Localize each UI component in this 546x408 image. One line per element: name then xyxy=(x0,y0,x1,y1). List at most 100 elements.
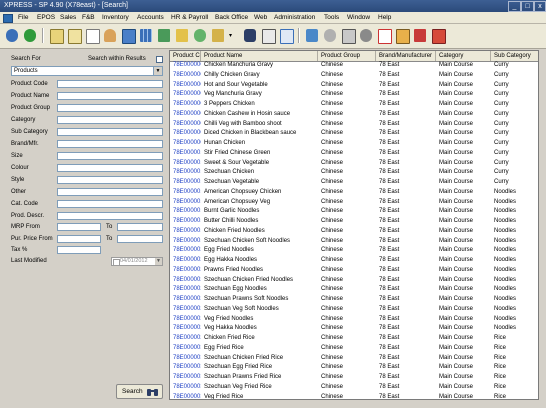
other-input[interactable] xyxy=(57,188,163,196)
category-input[interactable] xyxy=(57,116,163,124)
menu-tools[interactable]: Tools xyxy=(324,13,339,22)
table-row[interactable]: 78E0000007Chilli Veg with Bamboo shoot Ch… xyxy=(170,120,538,130)
tools-icon[interactable] xyxy=(210,27,226,44)
menu-administration[interactable]: Administration xyxy=(274,13,315,22)
sub-category-input[interactable] xyxy=(57,128,163,136)
table-row[interactable]: 78E0000003Hot and Sour Vegetable Chinese 7… xyxy=(170,81,538,91)
binoculars-icon[interactable] xyxy=(242,27,258,44)
export-icon[interactable] xyxy=(430,27,446,44)
system-menu-icon[interactable] xyxy=(3,14,13,23)
edit-icon[interactable] xyxy=(394,27,410,44)
dropdown-icon[interactable]: ▾ xyxy=(228,27,236,44)
menu-help[interactable]: Help xyxy=(378,13,391,22)
grid-icon[interactable] xyxy=(138,27,154,44)
table-row[interactable]: 78E0000025Szechuan Prawns Soft Noodles Ch… xyxy=(170,295,538,305)
column-header-product-group[interactable]: Product Group xyxy=(318,51,376,61)
exit-icon[interactable] xyxy=(412,27,428,44)
home-icon[interactable] xyxy=(4,27,20,44)
column-header-product-name[interactable]: Product Name xyxy=(201,51,318,61)
table-row[interactable]: 78E0000014American Chopsuey Chicken Chine… xyxy=(170,188,538,198)
colour-input[interactable] xyxy=(57,164,163,172)
table-row[interactable]: 78E0000029Chicken Fried Rice Chinese 78 Ea… xyxy=(170,334,538,344)
table-row[interactable]: 78E0000002Chilly Chicken Gravy Chinese 78 … xyxy=(170,71,538,81)
gear-icon[interactable] xyxy=(358,27,374,44)
column-header-sub-category[interactable]: Sub Category xyxy=(491,51,538,61)
menu-web[interactable]: Web xyxy=(254,13,267,22)
prod-descr-input[interactable] xyxy=(57,212,163,220)
table-row[interactable]: 78E0000028Veg Hakka Noodles Chinese 78 Eas… xyxy=(170,324,538,334)
table-row[interactable]: 78E0000015American Chopsuey Veg Chinese 78… xyxy=(170,198,538,208)
brand-input[interactable] xyxy=(57,140,163,148)
search-icon[interactable] xyxy=(322,27,338,44)
table-row[interactable]: 78E0000032Szechuan Egg Fried Rice Chinese… xyxy=(170,363,538,373)
refresh-icon[interactable] xyxy=(192,27,208,44)
cat-code-input[interactable] xyxy=(57,200,163,208)
settings-icon[interactable] xyxy=(304,27,320,44)
pur-price-from-input[interactable] xyxy=(57,235,101,243)
search-within-checkbox[interactable] xyxy=(156,56,163,63)
pur-price-to-input[interactable] xyxy=(117,235,163,243)
document-icon[interactable] xyxy=(84,27,100,44)
minimize-button[interactable]: _ xyxy=(508,1,521,12)
table-row[interactable]: 78E0000031Szechuan Chicken Fried Rice Chi… xyxy=(170,354,538,364)
menu-sales[interactable]: Sales xyxy=(60,13,76,22)
table-row[interactable]: 78E0000011Sweet & Sour Vegetable Chinese 7… xyxy=(170,159,538,169)
table-row[interactable]: 78E0000001Chicken Manchuria Gravy Chinese… xyxy=(170,61,538,71)
table-row[interactable]: 78E0000018Chicken Fried Noodles Chinese 78… xyxy=(170,227,538,237)
table-row[interactable]: 78E0000017Butter Chilli Noodles Chinese 78… xyxy=(170,217,538,227)
table-row[interactable]: 78E0000019Szechuan Chicken Soft Noodles C… xyxy=(170,237,538,247)
table-row[interactable]: 78E0000024Szechuan Egg Noodles Chinese 78 … xyxy=(170,285,538,295)
table-row[interactable]: 78E0000010Stir Fried Chinese Green Chines… xyxy=(170,149,538,159)
table-row[interactable]: 78E0000006Chicken Cashew in Hosin sauce C… xyxy=(170,110,538,120)
product-name-input[interactable] xyxy=(57,92,163,100)
table-row[interactable]: 78E0000026Szechuan Veg Soft Noodles Chine… xyxy=(170,305,538,315)
table-row[interactable]: 78E0000035Veg Fried Rice Chinese 78 East Ma… xyxy=(170,393,538,400)
style-input[interactable] xyxy=(57,176,163,184)
calculator-icon[interactable] xyxy=(340,27,356,44)
table-row[interactable]: 78E0000008Diced Chicken in Blackbean sau… xyxy=(170,129,538,139)
table-row[interactable]: 78E0000020Egg Fried Noodles Chinese 78 Eas… xyxy=(170,246,538,256)
user-icon[interactable] xyxy=(102,27,118,44)
mrp-from-input[interactable] xyxy=(57,223,101,231)
column-header-category[interactable]: Category xyxy=(436,51,491,61)
table-row[interactable]: 78E0000027Veg Fried Noodles Chinese 78 Eas… xyxy=(170,315,538,325)
mrp-to-input[interactable] xyxy=(117,223,163,231)
column-header-product-code[interactable]: Product Code xyxy=(170,51,201,61)
chart-icon[interactable] xyxy=(174,27,190,44)
chevron-down-icon[interactable]: ▼ xyxy=(153,67,162,75)
window-icon[interactable] xyxy=(278,27,294,44)
calendar-icon[interactable] xyxy=(376,27,392,44)
table-row[interactable]: 78E0000021Egg Hakka Noodles Chinese 78 Eas… xyxy=(170,256,538,266)
list-icon[interactable] xyxy=(48,27,64,44)
table-row[interactable]: 78E00000053 Peppers Chicken Chinese 78 Eas… xyxy=(170,100,538,110)
maximize-button[interactable]: □ xyxy=(521,1,534,12)
menu-accounts[interactable]: Accounts xyxy=(137,13,164,22)
table-row[interactable]: 78E0000023Szechuan Chicken Fried Noodles… xyxy=(170,276,538,286)
back-icon[interactable] xyxy=(22,27,38,44)
menu-fnb[interactable]: F&B xyxy=(82,13,95,22)
size-input[interactable] xyxy=(57,152,163,160)
last-modified-checkbox[interactable] xyxy=(113,259,120,266)
close-button[interactable]: x xyxy=(534,1,546,12)
search-button[interactable]: Search xyxy=(116,384,163,399)
printer-icon[interactable] xyxy=(260,27,276,44)
tax-input[interactable] xyxy=(57,246,101,254)
menu-file[interactable]: File xyxy=(18,13,28,22)
table-row[interactable]: 78E0000013Szechuan Vegetable Chinese 78 Ea… xyxy=(170,178,538,188)
last-modified-date-picker[interactable]: 04/01/2012 ▼ xyxy=(111,257,163,266)
folder-icon[interactable] xyxy=(156,27,172,44)
menu-back-office[interactable]: Back Office xyxy=(215,13,248,22)
table-row[interactable]: 78E0000030Egg Fried Rice Chinese 78 East Ma… xyxy=(170,344,538,354)
notebook-icon[interactable] xyxy=(66,27,82,44)
table-row[interactable]: 78E0000034Szechuan Veg Fried Rice Chinese… xyxy=(170,383,538,393)
table-row[interactable]: 78E0000012Szechuan Chicken Chinese 78 East… xyxy=(170,168,538,178)
menu-hr-payroll[interactable]: HR & Payroll xyxy=(171,13,208,22)
chevron-down-icon[interactable]: ▼ xyxy=(155,258,162,265)
menu-inventory[interactable]: Inventory xyxy=(102,13,129,22)
search-type-select[interactable]: Products ▼ xyxy=(11,66,163,76)
menu-epos[interactable]: EPOS xyxy=(37,13,55,22)
product-group-input[interactable] xyxy=(57,104,163,112)
cube-icon[interactable] xyxy=(120,27,136,44)
table-row[interactable]: 78E0000016Burnt Garlic Noodles Chinese 78 … xyxy=(170,207,538,217)
table-row[interactable]: 78E0000033Szechuan Prawns Fried Rice Chin… xyxy=(170,373,538,383)
